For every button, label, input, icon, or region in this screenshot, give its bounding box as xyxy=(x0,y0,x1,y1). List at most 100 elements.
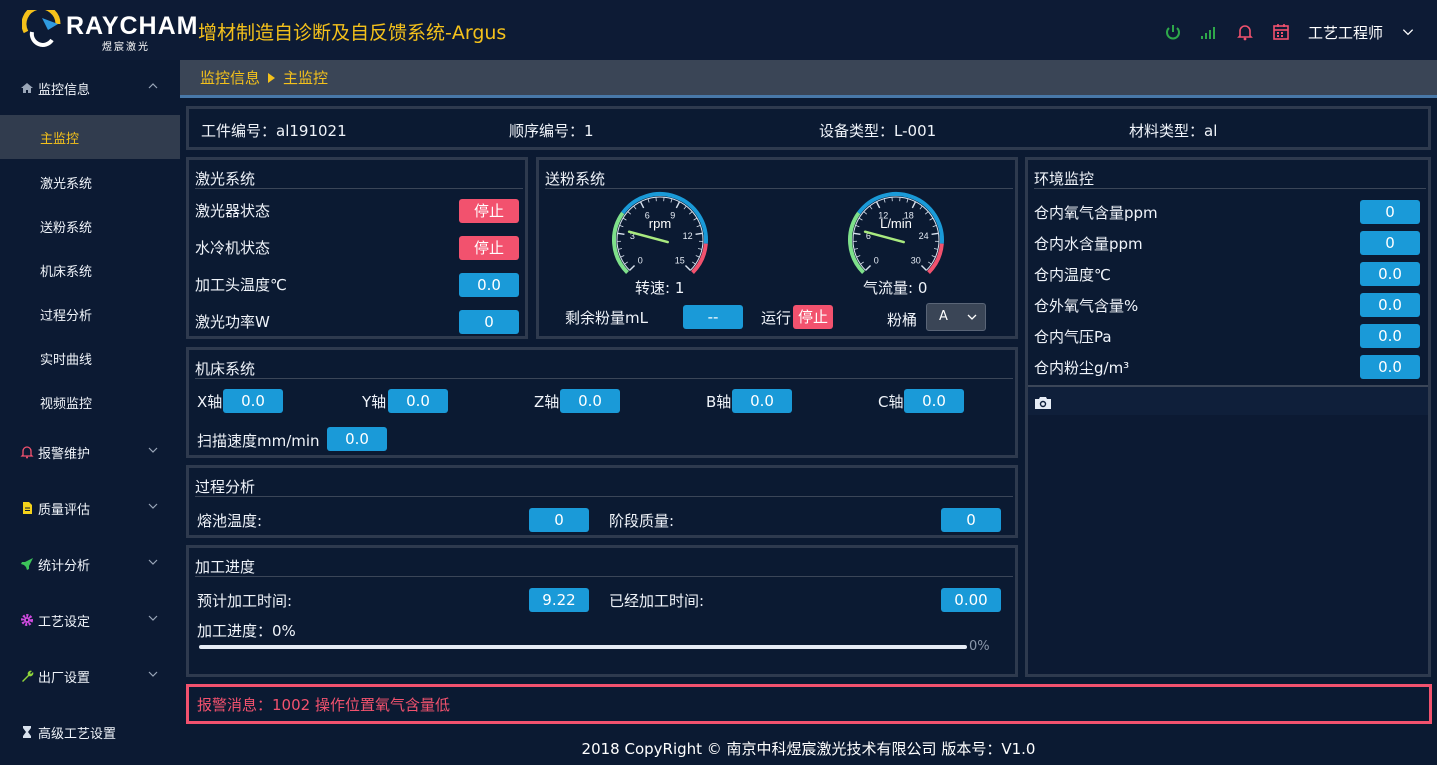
gauge-tick xyxy=(931,232,939,236)
progress-text: 加工进度：0% xyxy=(197,620,296,641)
powder-bucket-select[interactable]: A xyxy=(926,303,986,331)
gauge-tick-label: 24 xyxy=(919,231,929,241)
sidebar-group-label: 统计分析 xyxy=(38,558,91,574)
breadcrumb-parent[interactable]: 监控信息 xyxy=(200,67,260,88)
environment-panel: 环境监控 仓内氧气含量ppm 0 仓内水含量ppm 0 仓内温度℃ 0.0 仓外… xyxy=(1025,157,1431,677)
gauge-tick xyxy=(683,205,687,210)
breadcrumb: 监控信息 主监控 xyxy=(180,60,1437,98)
bell-icon[interactable] xyxy=(1236,23,1254,41)
calendar-icon[interactable] xyxy=(1272,23,1290,41)
run-state-badge: 停止 xyxy=(793,305,833,329)
caret-right-icon xyxy=(268,72,276,83)
gauge-tick xyxy=(639,201,645,209)
gauge-tick xyxy=(856,255,861,258)
laser-system-panel: 激光系统 激光器状态 停止 水冷机状态 停止 加工头温度℃ 0.0 激光功率W … xyxy=(186,157,528,339)
gauge-tick xyxy=(929,217,934,221)
sidebar-group-factory-settings[interactable]: 出厂设置 xyxy=(0,656,180,696)
user-menu[interactable]: 工艺工程师 xyxy=(1308,22,1383,43)
app-title: 增材制造自诊断及自反馈系统-Argus xyxy=(198,22,507,44)
gauge-tick xyxy=(675,201,681,209)
camera-icon[interactable] xyxy=(1034,395,1052,410)
divider xyxy=(195,496,1013,497)
brand-name: RAYCHAM xyxy=(66,12,199,40)
run-label: 运行 xyxy=(761,309,792,327)
sidebar-group-label: 工艺设定 xyxy=(38,614,91,630)
sidebar-item-laser[interactable]: 激光系统 xyxy=(0,160,180,204)
rotation-speed-gauge: 036 91215rpm xyxy=(612,192,708,274)
gauge-tick xyxy=(933,248,939,250)
panel-title: 环境监控 xyxy=(1034,170,1095,188)
alarm-message-bar: 报警消息： 1002 操作位置氧气含量低 xyxy=(186,684,1432,724)
chevron-down-icon xyxy=(148,671,158,677)
z-axis-value: 0.0 xyxy=(560,389,620,413)
gauge-tick xyxy=(684,264,691,271)
material-label: 材料类型： xyxy=(1129,122,1205,140)
divider xyxy=(1034,188,1426,189)
b-axis-label: B轴 xyxy=(706,393,732,411)
chiller-state-label: 水冷机状态 xyxy=(195,239,271,257)
sidebar-item-video[interactable]: 视频监控 xyxy=(0,380,180,424)
gauge-tick xyxy=(863,211,868,215)
sidebar-group-process-settings[interactable]: 工艺设定 xyxy=(0,600,180,640)
sidebar-group-monitor[interactable]: 监控信息 xyxy=(0,68,180,108)
sidebar-group-quality[interactable]: 质量评估 xyxy=(0,488,180,528)
sidebar-group-alarm[interactable]: 报警维护 xyxy=(0,432,180,472)
c-axis-label: C轴 xyxy=(878,393,904,411)
hourglass-icon xyxy=(23,726,31,738)
footer-copyright: 2018 CopyRight © 南京中科煜宸激光技术有限公司 版本号：V1.0 xyxy=(581,740,1036,758)
gauge-tick xyxy=(883,198,886,203)
sequence-number: 顺序编号：1 xyxy=(509,120,594,141)
gauge-tick xyxy=(629,264,636,271)
laser-power-label: 激光功率W xyxy=(195,313,270,331)
power-icon[interactable] xyxy=(1164,23,1182,41)
sidebar-item-powder[interactable]: 送粉系统 xyxy=(0,204,180,248)
powder-bucket-value: A xyxy=(939,309,948,324)
progress-bar xyxy=(199,645,967,649)
gauge-tick xyxy=(855,225,860,228)
gauge-tick xyxy=(619,225,624,228)
gauge-tick-label: 12 xyxy=(683,231,693,241)
env-label-oxygen: 仓内氧气含量ppm xyxy=(1034,204,1158,222)
panel-title: 过程分析 xyxy=(195,478,256,496)
env-label-outer-oxygen: 仓外氧气含量% xyxy=(1034,297,1139,315)
gauge-tick xyxy=(692,261,696,265)
gauge-tick-label: 0 xyxy=(638,255,643,265)
sidebar-item-main-monitor[interactable]: 主监控 xyxy=(0,115,180,159)
stage-quality-label: 阶段质量: xyxy=(609,512,675,530)
signal-icon[interactable] xyxy=(1200,23,1218,41)
workpiece-info-bar: 工件编号：al191021 顺序编号：1 设备类型：L-001 材料类型：al xyxy=(186,106,1431,150)
panel-title: 机床系统 xyxy=(195,360,256,378)
panel-title: 加工进度 xyxy=(195,558,256,576)
video-view[interactable] xyxy=(1028,415,1428,674)
sidebar-item-realtime-curve[interactable]: 实时曲线 xyxy=(0,336,180,380)
device-value: L-001 xyxy=(894,122,937,140)
gauge-tick xyxy=(693,217,698,221)
divider xyxy=(195,378,1013,379)
z-axis-label: Z轴 xyxy=(534,393,560,411)
sidebar-item-process[interactable]: 过程分析 xyxy=(0,292,180,336)
b-axis-value: 0.0 xyxy=(732,389,792,413)
scan-speed-label: 扫描速度mm/min xyxy=(197,432,320,450)
sidebar-group-advanced[interactable]: 高级工艺设置 xyxy=(0,712,180,752)
top-bar: RAYCHAM 煜宸激光 增材制造自诊断及自反馈系统-Argus 工艺工程师 xyxy=(0,0,1437,60)
x-axis-value: 0.0 xyxy=(223,389,283,413)
progress-value: 0% xyxy=(272,622,296,640)
gauge-tick xyxy=(860,261,864,265)
gauge-tick xyxy=(865,264,872,271)
head-temp-label: 加工头温度℃ xyxy=(195,276,287,294)
chiller-state-badge: 停止 xyxy=(459,236,519,260)
sidebar-group-statistics[interactable]: 统计分析 xyxy=(0,544,180,584)
chevron-down-icon[interactable] xyxy=(1401,25,1415,39)
remaining-powder-label: 剩余粉量mL xyxy=(565,309,648,327)
elapsed-time-label: 已经加工时间: xyxy=(609,592,705,610)
sidebar-group-label: 报警维护 xyxy=(38,446,91,462)
gas-flow-caption: 气流量: 0 xyxy=(863,279,928,297)
powder-bucket-label: 粉桶 xyxy=(887,311,918,329)
divider xyxy=(195,576,1013,577)
gauge-tick xyxy=(670,198,673,203)
wrench-icon xyxy=(22,670,34,682)
material-value: al xyxy=(1204,122,1218,140)
gauge-unit: L/min xyxy=(880,216,912,231)
sidebar-item-machine[interactable]: 机床系统 xyxy=(0,248,180,292)
env-value-outer-oxygen: 0.0 xyxy=(1360,293,1420,317)
